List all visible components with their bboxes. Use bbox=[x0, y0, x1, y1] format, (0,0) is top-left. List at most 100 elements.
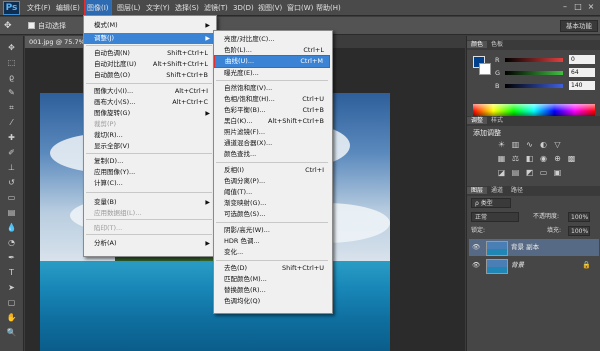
crop-tool-icon[interactable]: ⌗ bbox=[5, 102, 18, 113]
image-menu-item[interactable]: 调整(J) ▶ bbox=[84, 33, 214, 44]
image-menu-item[interactable]: 模式(M) ▶ bbox=[84, 20, 214, 31]
adjust-menu-item[interactable]: 照片滤镜(F)... bbox=[214, 127, 330, 138]
layer-row-background[interactable]: 👁 背景 🔒 bbox=[469, 257, 599, 274]
menu-image[interactable]: 图像(I) bbox=[84, 0, 112, 17]
channel-slider[interactable] bbox=[505, 71, 563, 75]
menu-type[interactable]: 文字(Y) bbox=[146, 0, 170, 16]
blend-mode-select[interactable]: 正常 bbox=[471, 212, 519, 222]
adjust-menu-item[interactable]: 色调均化(Q) bbox=[214, 296, 330, 307]
zoom-tool-icon[interactable]: 🔍 bbox=[5, 327, 18, 338]
tab-layers[interactable]: 图层 bbox=[467, 187, 488, 194]
blur-tool-icon[interactable]: 💧 bbox=[5, 222, 18, 233]
channel-value-input[interactable]: 64 bbox=[569, 68, 595, 77]
eye-icon[interactable]: 👁 bbox=[472, 239, 481, 256]
adjust-menu-item[interactable]: 颜色查找... bbox=[214, 149, 330, 160]
channel-slider[interactable] bbox=[505, 58, 563, 62]
menu-window[interactable]: 窗口(W) bbox=[287, 0, 313, 16]
selective-color-icon[interactable]: ▣ bbox=[553, 168, 562, 177]
image-menu-item[interactable]: 自动色调(N) Shift+Ctrl+L bbox=[84, 48, 214, 59]
image-menu-item[interactable]: 自动对比度(U) Alt+Shift+Ctrl+L bbox=[84, 59, 214, 70]
curves-icon[interactable]: ∿ bbox=[525, 140, 534, 149]
vibrance-icon[interactable]: ▽ bbox=[553, 140, 562, 149]
image-menu-item[interactable]: 应用图像(Y)... bbox=[84, 167, 214, 178]
layer-row-background-copy[interactable]: 👁 背景 副本 bbox=[469, 239, 599, 256]
image-menu-item[interactable]: 画布大小(S)... Alt+Ctrl+C bbox=[84, 97, 214, 108]
levels-icon[interactable]: ▥ bbox=[511, 140, 520, 149]
adjust-menu-item[interactable]: 通道混合器(X)... bbox=[214, 138, 330, 149]
maximize-icon[interactable]: □ bbox=[573, 2, 583, 12]
image-menu-item[interactable]: 计算(C)... bbox=[84, 178, 214, 189]
background-color-swatch[interactable] bbox=[479, 63, 491, 75]
channel-value-input[interactable]: 140 bbox=[569, 81, 595, 90]
image-menu-item[interactable]: 分析(A) ▶ bbox=[84, 238, 214, 249]
tab-paths[interactable]: 路径 bbox=[507, 187, 527, 194]
gradient-tool-icon[interactable]: ▤ bbox=[5, 207, 18, 218]
healing-brush-icon[interactable]: ✚ bbox=[5, 132, 18, 143]
adjust-menu-item[interactable]: 变化... bbox=[214, 247, 330, 258]
lasso-tool-icon[interactable]: ϱ bbox=[5, 72, 18, 83]
adjust-menu-item[interactable]: 自然饱和度(V)... bbox=[214, 83, 330, 94]
eye-icon[interactable]: 👁 bbox=[472, 257, 481, 274]
tab-swatches[interactable]: 色板 bbox=[487, 41, 507, 48]
marquee-tool-icon[interactable]: ⬚ bbox=[5, 57, 18, 68]
adjust-menu-item[interactable]: 亮度/对比度(C)... bbox=[214, 34, 330, 45]
image-menu-item[interactable]: 图像旋转(G) ▶ bbox=[84, 108, 214, 119]
brightness-icon[interactable]: ☀ bbox=[497, 140, 506, 149]
posterize-icon[interactable]: ▤ bbox=[511, 168, 520, 177]
image-menu-item[interactable]: 自动颜色(O) Shift+Ctrl+B bbox=[84, 70, 214, 81]
dodge-tool-icon[interactable]: ◔ bbox=[5, 237, 18, 248]
type-tool-icon[interactable]: T bbox=[5, 267, 18, 278]
fill-input[interactable]: 100% bbox=[568, 226, 590, 236]
eraser-tool-icon[interactable]: ▭ bbox=[5, 192, 18, 203]
menu-layer[interactable]: 图层(L) bbox=[117, 0, 140, 16]
adjust-menu-item[interactable]: 反相(I) Ctrl+I bbox=[214, 165, 330, 176]
menu-file[interactable]: 文件(F) bbox=[27, 0, 51, 16]
menu-filter[interactable]: 滤镜(T) bbox=[204, 0, 228, 16]
adjust-menu-item[interactable]: HDR 色调... bbox=[214, 236, 330, 247]
color-balance-icon[interactable]: ⚖ bbox=[511, 154, 520, 163]
tab-channels[interactable]: 通道 bbox=[487, 187, 507, 194]
brush-tool-icon[interactable]: ✐ bbox=[5, 147, 18, 158]
photo-filter-icon[interactable]: ◉ bbox=[539, 154, 548, 163]
minimize-icon[interactable]: – bbox=[560, 2, 570, 12]
image-menu-item[interactable]: 裁切(R)... bbox=[84, 130, 214, 141]
close-icon[interactable]: × bbox=[586, 2, 596, 12]
eyedropper-tool-icon[interactable]: ⁄ bbox=[5, 117, 18, 128]
channel-slider[interactable] bbox=[505, 84, 563, 88]
opacity-input[interactable]: 100% bbox=[568, 212, 590, 222]
adjust-menu-item[interactable]: 去色(D) Shift+Ctrl+U bbox=[214, 263, 330, 274]
pen-tool-icon[interactable]: ✒ bbox=[5, 252, 18, 263]
adjust-menu-item[interactable]: 匹配颜色(M)... bbox=[214, 274, 330, 285]
adjust-menu-item[interactable]: 渐变映射(G)... bbox=[214, 198, 330, 209]
tab-styles[interactable]: 样式 bbox=[487, 117, 507, 124]
adjust-menu-item[interactable]: 色相/饱和度(H)... Ctrl+U bbox=[214, 94, 330, 105]
shape-tool-icon[interactable]: ▢ bbox=[5, 297, 18, 308]
image-menu-item[interactable]: 变量(B) ▶ bbox=[84, 197, 214, 208]
menu-edit[interactable]: 编辑(E) bbox=[56, 0, 80, 16]
document-tab[interactable]: 001.jpg @ 75.7% bbox=[25, 36, 85, 48]
adjust-menu-item[interactable]: 黑白(K)... Alt+Shift+Ctrl+B bbox=[214, 116, 330, 127]
quick-select-tool-icon[interactable]: ✎ bbox=[5, 87, 18, 98]
hand-tool-icon[interactable]: ✋ bbox=[5, 312, 18, 323]
image-menu-item[interactable]: 复制(D)... bbox=[84, 156, 214, 167]
adjust-menu-item[interactable]: 色阶(L)... Ctrl+L bbox=[214, 45, 330, 56]
channel-value-input[interactable]: 0 bbox=[569, 55, 595, 64]
layer-kind-filter[interactable]: ρ 类型 bbox=[471, 198, 511, 208]
black-white-icon[interactable]: ◧ bbox=[525, 154, 534, 163]
move-tool-icon[interactable]: ✥ bbox=[5, 42, 18, 53]
history-brush-icon[interactable]: ↺ bbox=[5, 177, 18, 188]
adjust-menu-item[interactable]: 色调分离(P)... bbox=[214, 176, 330, 187]
hue-saturation-icon[interactable]: ▦ bbox=[497, 154, 506, 163]
menu-help[interactable]: 帮助(H) bbox=[316, 0, 341, 16]
invert-icon[interactable]: ◪ bbox=[497, 168, 506, 177]
path-select-tool-icon[interactable]: ➤ bbox=[5, 282, 18, 293]
menu-select[interactable]: 选择(S) bbox=[175, 0, 199, 16]
threshold-icon[interactable]: ◩ bbox=[525, 168, 534, 177]
image-menu-item[interactable]: 显示全部(V) bbox=[84, 141, 214, 152]
move-tool-icon[interactable]: ✥ bbox=[4, 20, 18, 32]
adjust-menu-item[interactable]: 阈值(T)... bbox=[214, 187, 330, 198]
exposure-icon[interactable]: ◐ bbox=[539, 140, 548, 149]
adjust-menu-item[interactable]: 可选颜色(S)... bbox=[214, 209, 330, 220]
menu-view[interactable]: 视图(V) bbox=[258, 0, 282, 16]
color-lookup-icon[interactable]: ▩ bbox=[567, 154, 576, 163]
